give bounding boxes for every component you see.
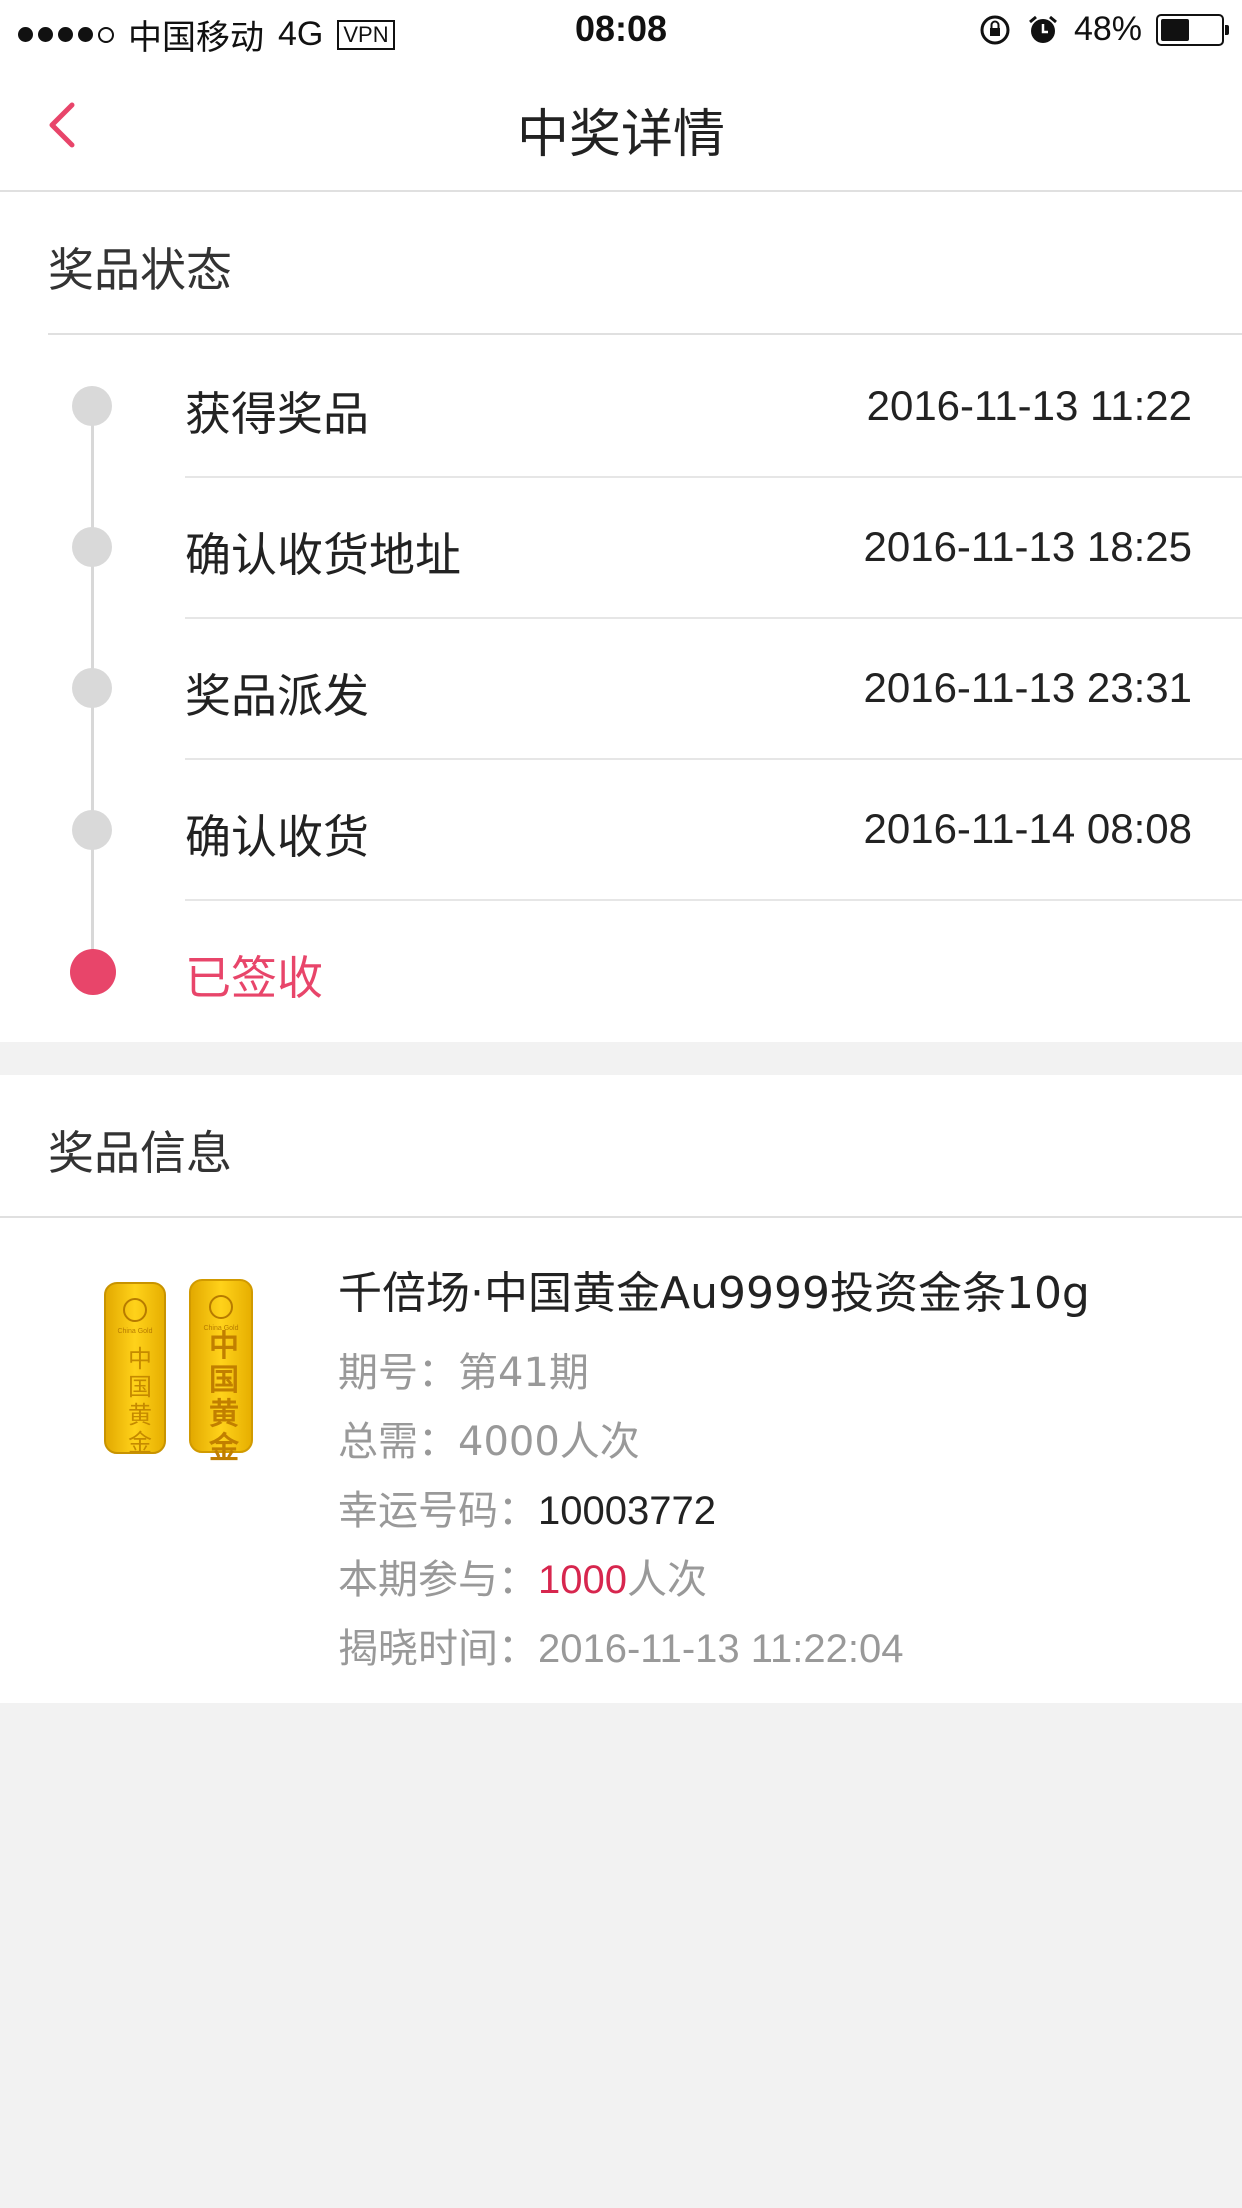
participation-count: 1000 (538, 1558, 627, 1602)
timeline-divider (185, 617, 1242, 619)
timeline-step-label: 确认收货 (185, 810, 369, 864)
alarm-icon (1028, 15, 1057, 43)
period-value: 第41期 (458, 1350, 589, 1396)
reveal-time-value: 2016-11-13 11:22:04 (538, 1627, 904, 1671)
participation-unit: 人次 (626, 1557, 707, 1603)
timeline-step-time: 2016-11-13 18:25 (863, 523, 1193, 570)
total-value: 4000人次 (458, 1419, 640, 1465)
total-label: 总需： (338, 1419, 458, 1465)
timeline-divider (185, 758, 1242, 760)
status-right: 48% (978, 10, 1229, 49)
section-divider (0, 1216, 1242, 1218)
timeline-dot (72, 386, 112, 426)
navigation-bar: 中奖详情 (0, 62, 1242, 192)
page-title: 中奖详情 (516, 105, 725, 165)
timeline-dot (72, 810, 112, 850)
reveal-time-label: 揭晓时间： (338, 1626, 538, 1672)
rotation-lock-icon (980, 15, 1010, 44)
timeline-divider (185, 476, 1242, 478)
gold-bar-text: 中国黄金 (128, 1345, 152, 1457)
reveal-time-row: 揭晓时间：2016-11-13 11:22:04 (338, 1616, 904, 1674)
gold-bar-text: 中国黄金 (209, 1329, 239, 1466)
participation-label: 本期参与： (338, 1557, 538, 1603)
prize-info-title: 奖品信息 (48, 1126, 232, 1180)
lucky-number-label: 幸运号码： (338, 1488, 538, 1534)
timeline-dot (72, 527, 112, 567)
timeline-step-label: 确认收货地址 (185, 528, 461, 582)
lucky-number-value: 10003772 (538, 1489, 716, 1533)
prize-name[interactable]: 千倍场·中国黄金Au9999投资金条10g (338, 1257, 1090, 1321)
participation-row: 本期参与：1000人次 (338, 1547, 707, 1605)
svg-text:China Gold: China Gold (117, 1328, 152, 1335)
prize-status-title: 奖品状态 (48, 243, 232, 297)
lucky-number-row: 幸运号码：10003772 (338, 1478, 716, 1536)
timeline-step-time: 2016-11-13 23:31 (863, 664, 1193, 711)
period-row: 期号：第41期 (338, 1340, 589, 1398)
battery-fill (1161, 18, 1189, 41)
period-label: 期号： (338, 1350, 458, 1396)
timeline-step-label: 获得奖品 (185, 387, 369, 441)
timeline-step-time: 2016-11-14 08:08 (863, 805, 1193, 852)
prize-status-section: 奖品状态 获得奖品 2016-11-13 11:22 确认收货地址 2016-1… (0, 192, 1242, 1042)
timeline-step-label: 奖品派发 (185, 669, 369, 723)
battery-percent: 48% (1073, 10, 1142, 48)
status-bar: 中国移动 4G VPN 08:08 48% (0, 0, 1242, 62)
section-divider (48, 333, 1242, 335)
timeline-step-label-active: 已签收 (185, 951, 323, 1005)
battery-icon (1156, 13, 1229, 46)
timeline-step-time: 2016-11-13 11:22 (866, 382, 1192, 429)
timeline-dot-active (70, 949, 116, 995)
timeline-dot (72, 668, 112, 708)
timeline-divider (185, 899, 1242, 901)
total-row: 总需：4000人次 (338, 1409, 640, 1467)
